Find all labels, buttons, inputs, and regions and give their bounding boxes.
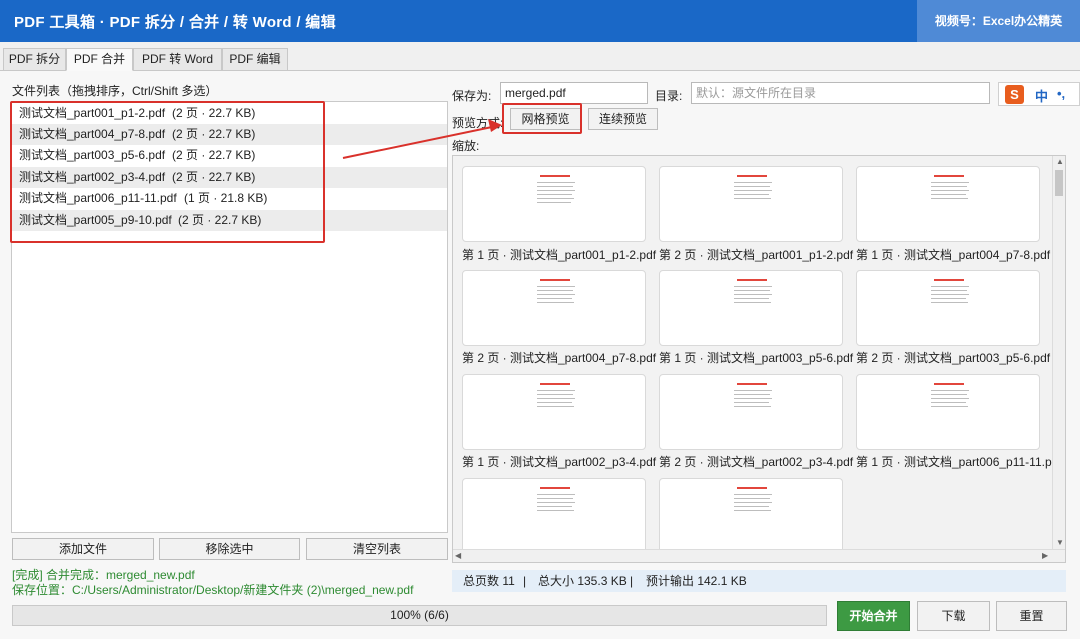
thumbnail-caption: 第 2 页 · 测试文档_part001_p1-2.pdf — [659, 248, 854, 262]
page-thumbnail[interactable] — [462, 166, 646, 242]
clear-list-button[interactable]: 清空列表 — [306, 538, 448, 560]
reset-button[interactable]: 重置 — [996, 601, 1067, 631]
add-file-button[interactable]: 添加文件 — [12, 538, 154, 560]
save-as-input[interactable]: merged.pdf — [500, 82, 648, 104]
page-thumbnail[interactable] — [659, 270, 843, 346]
thumbnail-caption: 第 1 页 · 测试文档_part004_p7-8.pdf — [856, 248, 1051, 262]
thumbnail-caption: 第 1 页 · 测试文档_part002_p3-4.pdf — [462, 455, 657, 469]
continuous-preview-button[interactable]: 连续预览 — [588, 108, 658, 130]
separator: | — [523, 574, 527, 588]
tab-bar: PDF 拆分 PDF 合并 PDF 转 Word PDF 编辑 — [0, 48, 1080, 71]
scroll-down-icon[interactable]: ▼ — [1056, 538, 1064, 547]
directory-input[interactable]: 默认：源文件所在目录 — [691, 82, 990, 104]
vertical-scrollbar[interactable]: ▲ ▼ — [1052, 156, 1065, 550]
page-thumbnail[interactable] — [659, 374, 843, 450]
total-pages: 总页数 11 — [463, 574, 515, 588]
grid-preview-highlight — [502, 103, 582, 134]
total-size: 总大小 135.3 KB — [538, 574, 627, 588]
separator: | — [630, 574, 634, 588]
tab-pdf-to-word[interactable]: PDF 转 Word — [133, 48, 222, 71]
download-button[interactable]: 下载 — [917, 601, 990, 631]
preview-grid[interactable]: 第 1 页 · 测试文档_part001_p1-2.pdf 第 2 页 · 测试… — [452, 155, 1066, 563]
page-thumbnail[interactable] — [856, 166, 1040, 242]
page-thumbnail[interactable] — [856, 270, 1040, 346]
page-thumbnail[interactable] — [659, 478, 843, 550]
thumbnail-caption: 第 1 页 · 测试文档_part003_p5-6.pdf — [659, 351, 854, 365]
scroll-thumb[interactable] — [1055, 170, 1063, 196]
channel-badge: 视频号：Excel办公精英 — [917, 0, 1080, 42]
zoom-label: 缩放: — [452, 139, 480, 153]
save-as-label: 保存为: — [452, 89, 492, 103]
thumbnail-caption: 第 1 页 · 测试文档_part001_p1-2.pdf — [462, 248, 657, 262]
horizontal-scrollbar[interactable]: ◀ ▶ — [453, 549, 1065, 562]
estimated-output: 预计输出 142.1 KB — [646, 574, 747, 588]
ime-mode: 中 — [1035, 89, 1049, 104]
page-thumbnail[interactable] — [462, 374, 646, 450]
directory-label: 目录: — [655, 89, 683, 103]
tab-pdf-edit[interactable]: PDF 编辑 — [222, 48, 288, 71]
page-thumbnail[interactable] — [462, 270, 646, 346]
progress-text: 100% (6/6) — [390, 608, 449, 622]
scroll-up-icon[interactable]: ▲ — [1056, 157, 1064, 166]
progress-bar: 100% (6/6) — [12, 605, 827, 626]
scroll-left-icon[interactable]: ◀ — [455, 551, 461, 560]
tab-pdf-merge[interactable]: PDF 合并 — [66, 48, 133, 71]
save-location: 保存位置：C:/Users/Administrator/Desktop/新建文件… — [12, 583, 414, 597]
app-title: PDF 工具箱 · PDF 拆分 / 合并 / 转 Word / 编辑 — [14, 14, 336, 31]
page-thumbnail[interactable] — [659, 166, 843, 242]
ime-punct-icon: •, — [1057, 86, 1066, 101]
thumbnail-caption: 第 2 页 · 测试文档_part004_p7-8.pdf — [462, 351, 657, 365]
page-thumbnail[interactable] — [856, 374, 1040, 450]
thumbnail-caption: 第 1 页 · 测试文档_part006_p11-11.pdf — [856, 455, 1062, 469]
page-thumbnail[interactable] — [462, 478, 646, 550]
start-merge-button[interactable]: 开始合并 — [837, 601, 910, 631]
title-bar: PDF 工具箱 · PDF 拆分 / 合并 / 转 Word / 编辑 视频号：… — [0, 0, 1080, 42]
file-list-label: 文件列表（拖拽排序，Ctrl/Shift 多选） — [12, 84, 218, 98]
ime-toolbar[interactable]: S 中 •, — [998, 82, 1080, 106]
remove-selected-button[interactable]: 移除选中 — [159, 538, 300, 560]
scroll-right-icon[interactable]: ▶ — [1042, 551, 1048, 560]
totals-bar: 总页数 11 | 总大小 135.3 KB | 预计输出 142.1 KB — [452, 570, 1066, 592]
file-list-highlight — [10, 101, 325, 243]
sogou-logo-icon: S — [1005, 85, 1024, 104]
thumbnail-caption: 第 2 页 · 测试文档_part002_p3-4.pdf — [659, 455, 854, 469]
tab-pdf-split[interactable]: PDF 拆分 — [3, 48, 66, 71]
thumbnail-caption: 第 2 页 · 测试文档_part003_p5-6.pdf — [856, 351, 1051, 365]
